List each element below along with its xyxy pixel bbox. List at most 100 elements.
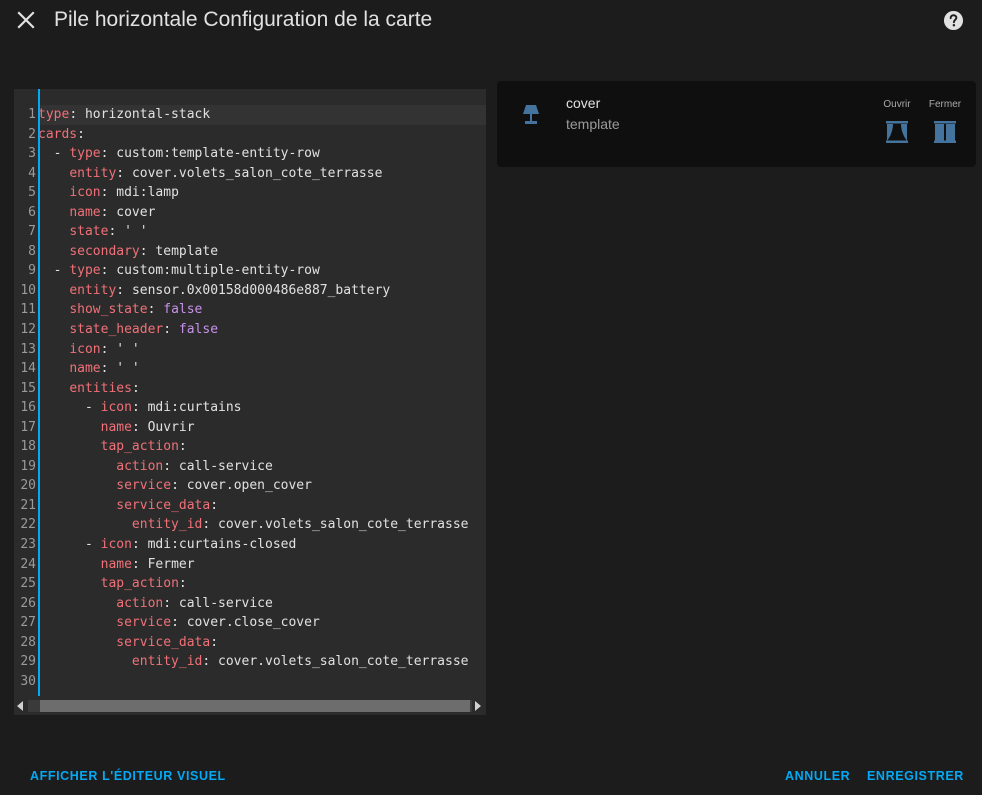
- code-line[interactable]: 20 service: cover.open_cover: [14, 476, 486, 496]
- code-line[interactable]: 23 - icon: mdi:curtains-closed: [14, 535, 486, 555]
- help-circle-icon[interactable]: [943, 10, 964, 31]
- line-text: tap_action:: [100, 576, 187, 592]
- line-number: 11: [20, 302, 36, 318]
- code-line[interactable]: 25 tap_action:: [14, 574, 486, 594]
- line-text: icon: mdi:lamp: [69, 185, 179, 201]
- code-line[interactable]: 24 name: Fermer: [14, 555, 486, 575]
- code-line[interactable]: 19 action: call-service: [14, 457, 486, 477]
- entity-fermer[interactable]: Fermer: [925, 99, 965, 143]
- code-line[interactable]: 17 name: Ouvrir: [14, 418, 486, 438]
- entity-secondary: template: [566, 116, 620, 132]
- entity-label-fermer: Fermer: [928, 99, 962, 110]
- line-text: service: cover.open_cover: [116, 478, 312, 494]
- code-line[interactable]: 13 icon: ' ': [14, 340, 486, 360]
- code-line[interactable]: 22 entity_id: cover.volets_salon_cote_te…: [14, 515, 486, 535]
- line-number: 1: [28, 107, 36, 122]
- scrollbar-thumb[interactable]: [40, 700, 470, 712]
- line-text: name: ' ': [69, 361, 140, 377]
- dialog-title: Pile horizontale Configuration de la car…: [54, 8, 433, 31]
- code-line[interactable]: 27 service: cover.close_cover: [14, 613, 486, 633]
- line-number: 27: [20, 615, 36, 631]
- code-line[interactable]: 18 tap_action:: [14, 437, 486, 457]
- lamp-icon: [523, 105, 539, 124]
- close-icon[interactable]: [15, 9, 37, 31]
- line-number: 3: [28, 146, 36, 162]
- line-text: name: Ouvrir: [100, 419, 195, 435]
- entity-label-ouvrir: Ouvrir: [883, 99, 911, 110]
- line-number: 8: [28, 243, 36, 259]
- code-line[interactable]: 2 cards:: [14, 125, 486, 145]
- code-line[interactable]: 11 show_state: false: [14, 300, 486, 320]
- code-line[interactable]: 6 name: cover: [14, 203, 486, 223]
- line-number: 14: [20, 361, 36, 377]
- gutter-border: [38, 89, 40, 696]
- scroll-right-icon[interactable]: [475, 701, 481, 711]
- code-line[interactable]: 21 service_data:: [14, 496, 486, 516]
- line-text: secondary: template: [69, 243, 219, 259]
- code-line[interactable]: 29 entity_id: cover.volets_salon_cote_te…: [14, 652, 486, 672]
- curtains-closed-icon[interactable]: [933, 121, 957, 143]
- code-line[interactable]: 9 - type: custom:multiple-entity-row: [14, 261, 486, 281]
- line-text: entities:: [69, 380, 140, 396]
- horizontal-scrollbar[interactable]: [14, 697, 486, 715]
- code-line[interactable]: 5 icon: mdi:lamp: [14, 183, 486, 203]
- line-text: state: ' ': [69, 224, 148, 240]
- line-number: 18: [20, 439, 36, 455]
- line-text: - type: custom:multiple-entity-row: [38, 263, 320, 279]
- line-number: 21: [20, 497, 36, 513]
- line-number: 6: [28, 204, 36, 220]
- show-visual-editor-button[interactable]: AFFICHER L'ÉDITEUR VISUEL: [30, 769, 226, 783]
- yaml-editor[interactable]: 1 type: horizontal-stack 2 cards: 3 - type: …: [14, 89, 486, 715]
- code-line[interactable]: 1 type: horizontal-stack: [14, 105, 486, 125]
- line-number: 13: [20, 341, 36, 357]
- code-line[interactable]: 16 - icon: mdi:curtains: [14, 398, 486, 418]
- line-number: 4: [28, 165, 36, 181]
- line-text: - type: custom:template-entity-row: [38, 146, 320, 162]
- code-lines[interactable]: 1 type: horizontal-stack 2 cards: 3 - type: …: [14, 105, 486, 691]
- line-number: 19: [20, 458, 36, 474]
- line-text: show_state: false: [69, 302, 203, 318]
- save-button[interactable]: ENREGISTRER: [867, 769, 964, 783]
- code-line[interactable]: 30: [14, 672, 486, 692]
- line-number: 2: [28, 126, 36, 142]
- line-number: 5: [28, 185, 36, 201]
- line-text: action: call-service: [116, 595, 273, 611]
- dialog-header: Pile horizontale Configuration de la car…: [0, 0, 982, 42]
- line-number: 9: [28, 263, 36, 279]
- line-text: state_header: false: [69, 322, 219, 338]
- line-number: 20: [20, 478, 36, 494]
- code-line[interactable]: 10 entity: sensor.0x00158d000486e887_bat…: [14, 281, 486, 301]
- line-text: service_data:: [116, 497, 219, 513]
- cancel-button[interactable]: ANNULER: [785, 769, 850, 783]
- line-number: 12: [20, 322, 36, 338]
- code-line[interactable]: 15 entities:: [14, 379, 486, 399]
- code-line[interactable]: 3 - type: custom:template-entity-row: [14, 144, 486, 164]
- line-text: name: cover: [69, 204, 156, 220]
- line-text: service: cover.close_cover: [116, 615, 320, 631]
- code-line[interactable]: 4 entity: cover.volets_salon_cote_terras…: [14, 164, 486, 184]
- code-line[interactable]: 8 secondary: template: [14, 242, 486, 262]
- line-number: 7: [28, 224, 36, 240]
- line-text: - icon: mdi:curtains-closed: [38, 537, 297, 553]
- line-text: type: horizontal-stack: [38, 107, 211, 122]
- line-number: 26: [20, 595, 36, 611]
- code-line[interactable]: 28 service_data:: [14, 633, 486, 653]
- curtains-icon[interactable]: [885, 121, 909, 143]
- line-text: entity_id: cover.volets_salon_cote_terra…: [131, 517, 469, 533]
- code-line[interactable]: 26 action: call-service: [14, 594, 486, 614]
- line-number: 15: [20, 380, 36, 396]
- line-text: action: call-service: [116, 458, 273, 474]
- entity-name: cover: [566, 95, 601, 111]
- line-number: 28: [20, 634, 36, 650]
- line-number: 17: [20, 419, 36, 435]
- line-text: - icon: mdi:curtains: [38, 400, 242, 416]
- code-line[interactable]: 12 state_header: false: [14, 320, 486, 340]
- line-text: entity_id: cover.volets_salon_cote_terra…: [131, 654, 469, 670]
- entity-ouvrir[interactable]: Ouvrir: [877, 99, 917, 143]
- scroll-left-icon[interactable]: [17, 701, 23, 711]
- line-number: 22: [20, 517, 36, 533]
- line-text: tap_action:: [100, 439, 187, 455]
- code-line[interactable]: 7 state: ' ': [14, 222, 486, 242]
- code-line[interactable]: 14 name: ' ': [14, 359, 486, 379]
- line-text: entity: cover.volets_salon_cote_terrasse: [69, 165, 383, 181]
